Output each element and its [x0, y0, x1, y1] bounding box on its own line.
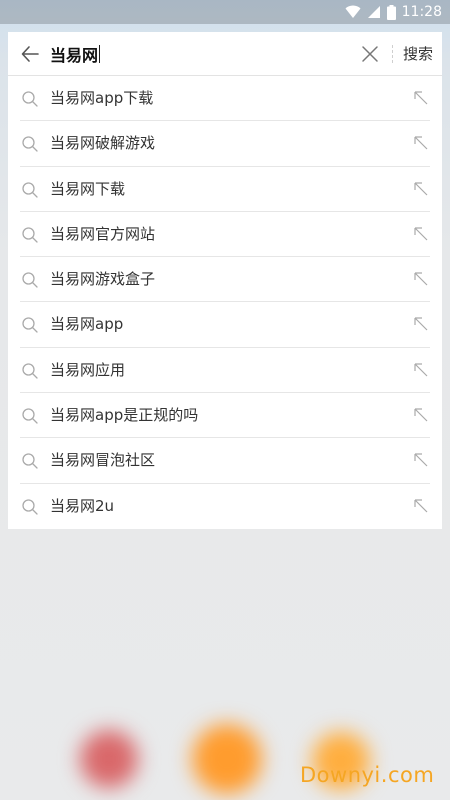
status-icons: 11:28	[345, 0, 442, 24]
search-input[interactable]: 当易网	[50, 40, 350, 68]
search-icon	[22, 363, 38, 379]
suggestion-item[interactable]: 当易网冒泡社区	[8, 438, 442, 484]
suggestion-item[interactable]: 当易网app是正规的吗	[8, 393, 442, 439]
arrow-up-left-icon[interactable]	[413, 498, 429, 514]
suggestion-text: 当易网破解游戏	[50, 134, 156, 153]
arrow-up-left-icon[interactable]	[413, 271, 429, 287]
clear-button[interactable]	[360, 44, 380, 64]
search-icon	[22, 91, 38, 107]
text-caret	[99, 45, 101, 63]
suggestion-text: 当易网app下载	[50, 89, 154, 107]
header-divider	[392, 45, 393, 63]
arrow-up-left-icon[interactable]	[413, 316, 429, 332]
suggestion-item[interactable]: 当易网app	[8, 302, 442, 349]
search-icon	[22, 227, 38, 243]
arrow-left-icon	[21, 46, 39, 62]
search-icon	[22, 136, 38, 152]
suggestion-item[interactable]: 当易网破解游戏	[8, 121, 442, 167]
search-icon	[22, 317, 38, 334]
suggestion-item[interactable]: 当易网app下载	[8, 76, 442, 122]
arrow-up-left-icon[interactable]	[413, 452, 429, 468]
suggestion-text: 当易网冒泡社区	[50, 451, 156, 470]
status-time: 11:28	[401, 4, 442, 20]
arrow-up-left-icon[interactable]	[413, 226, 429, 242]
suggestion-text: 当易网应用	[50, 360, 126, 379]
blurred-app-icon	[192, 724, 262, 794]
suggestion-text: 当易网游戏盒子	[50, 270, 156, 289]
suggestion-list: 当易网app下载 当易网破解游戏 当易网下载 当易网官方网站 当易网游戏盒子 当…	[8, 76, 442, 529]
suggestion-text: 当易网官方网站	[50, 224, 156, 243]
arrow-up-left-icon[interactable]	[413, 362, 429, 378]
signal-icon	[367, 5, 381, 19]
watermark: Downyi.com	[300, 763, 435, 787]
status-bar: 11:28	[0, 0, 450, 24]
suggestion-text: 当易网下载	[50, 179, 126, 198]
blurred-app-icon	[80, 730, 138, 788]
search-query: 当易网	[50, 46, 99, 65]
close-icon	[362, 46, 378, 62]
search-submit-button[interactable]: 搜索	[400, 43, 436, 65]
suggestion-item[interactable]: 当易网应用	[8, 348, 442, 394]
search-icon	[22, 453, 38, 470]
suggestion-item[interactable]: 当易网下载	[8, 167, 442, 213]
arrow-up-left-icon[interactable]	[413, 407, 429, 423]
search-icon	[22, 408, 38, 424]
arrow-up-left-icon[interactable]	[413, 181, 429, 197]
search-icon	[22, 181, 38, 198]
back-button[interactable]	[18, 42, 42, 66]
search-bar: 当易网 搜索	[8, 32, 442, 76]
search-icon	[22, 499, 38, 515]
suggestion-item[interactable]: 当易网官方网站	[8, 212, 442, 258]
suggestion-text: 当易网app是正规的吗	[50, 406, 199, 425]
suggestion-text: 当易网app	[50, 315, 124, 334]
battery-icon	[386, 4, 396, 20]
suggestion-item[interactable]: 当易网2u	[8, 484, 442, 529]
suggestion-text: 当易网2u	[50, 496, 115, 515]
suggestion-item[interactable]: 当易网游戏盒子	[8, 257, 442, 303]
wifi-icon	[345, 5, 361, 19]
arrow-up-left-icon[interactable]	[413, 90, 429, 106]
search-icon	[22, 272, 38, 288]
arrow-up-left-icon[interactable]	[413, 135, 429, 151]
